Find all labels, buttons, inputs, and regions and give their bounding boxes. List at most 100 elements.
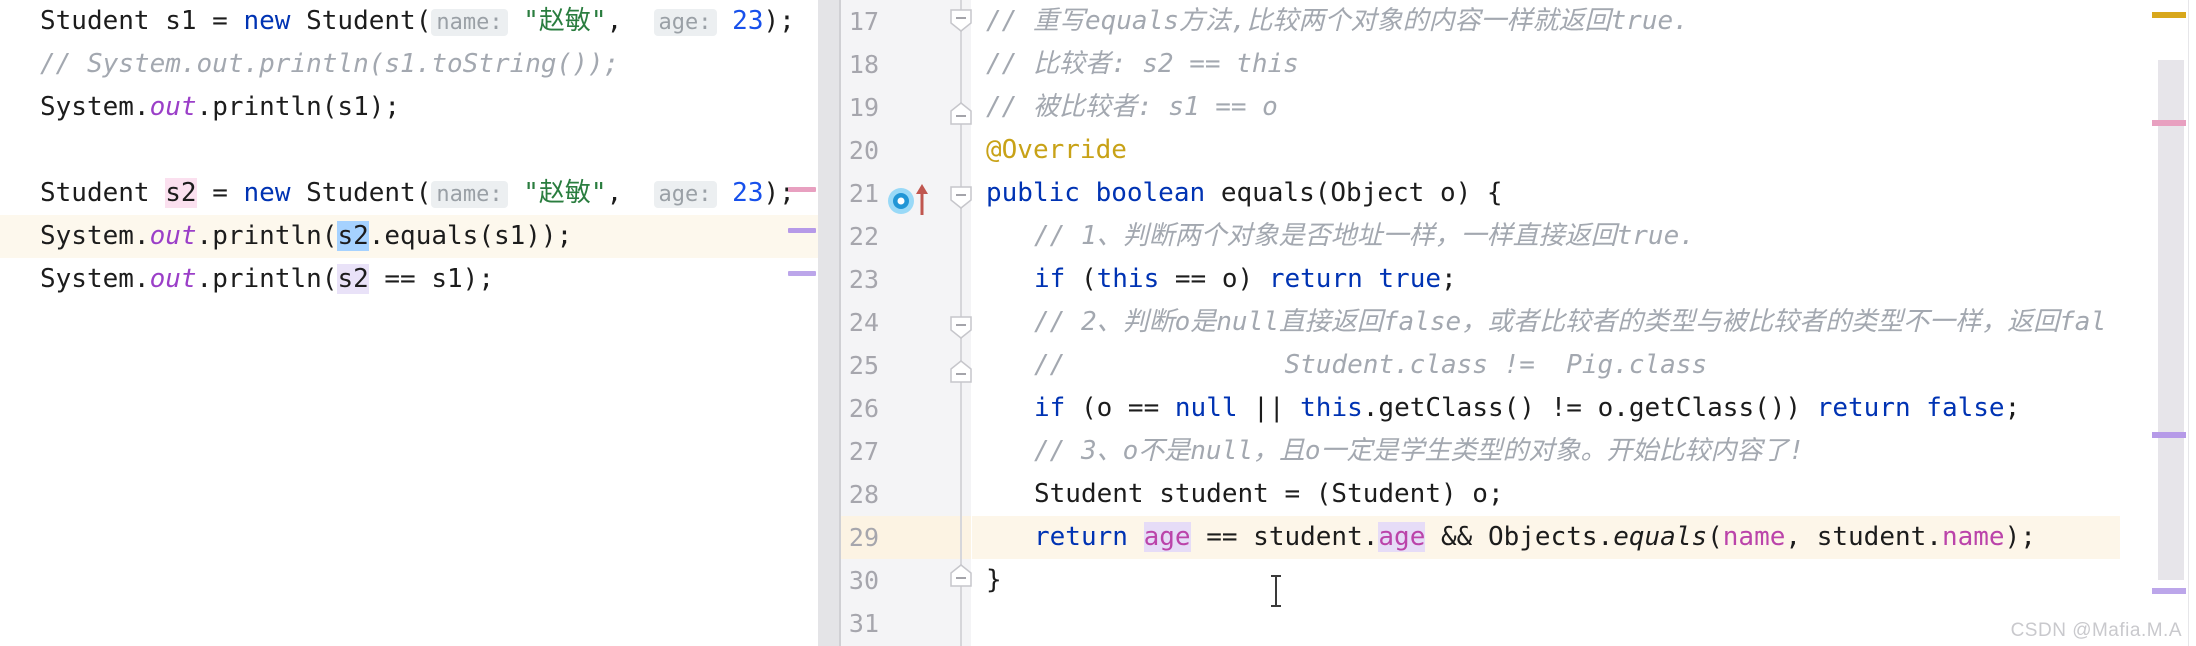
code-line-caret[interactable]: return age == student.age && Objects.equ… bbox=[972, 516, 2036, 559]
code-token: , student. bbox=[1785, 522, 1942, 552]
code-token-number: 23 bbox=[716, 6, 764, 36]
line-number: 22 bbox=[848, 222, 879, 251]
line-number: 25 bbox=[848, 351, 879, 380]
code-token: .equals(s1)); bbox=[368, 221, 573, 251]
right-code-pane[interactable]: // 重写equals方法,比较两个对象的内容一样就返回true. // 比较者… bbox=[972, 0, 2120, 646]
code-line-selected[interactable]: System.out.println(s2.equals(s1)); bbox=[0, 215, 572, 258]
code-line[interactable]: if (o == null || this.getClass() != o.ge… bbox=[972, 387, 2020, 430]
fold-collapse-up-icon[interactable] bbox=[947, 358, 975, 384]
code-token-comment: // 比较者: s2 == this bbox=[986, 49, 1299, 79]
line-number: 31 bbox=[848, 609, 879, 638]
code-line[interactable]: Student student = (Student) o; bbox=[972, 473, 1504, 516]
code-token: , bbox=[606, 6, 654, 36]
code-token: Student bbox=[40, 178, 166, 208]
code-token-keyword: null bbox=[1174, 393, 1238, 423]
marker-modified-pink[interactable] bbox=[788, 187, 816, 192]
line-number: 17 bbox=[848, 7, 879, 36]
code-token-field: name bbox=[1941, 522, 2005, 552]
code-line-comment[interactable]: // 2、判断o是null直接返回false，或者比较者的类型与被比较者的类型不… bbox=[972, 301, 2106, 344]
marker-usage-purple-2[interactable] bbox=[2152, 588, 2186, 594]
code-token: System. bbox=[40, 264, 150, 294]
code-token: System. bbox=[40, 221, 150, 251]
code-line-comment[interactable]: // System.out.println(s1.toString()); bbox=[0, 43, 619, 86]
code-line-comment[interactable]: // 比较者: s2 == this bbox=[972, 43, 1299, 86]
code-token-selection: s2 bbox=[337, 221, 369, 251]
fold-collapse-up-icon[interactable] bbox=[947, 562, 975, 588]
fold-collapse-up-icon[interactable] bbox=[947, 100, 975, 126]
scrollbar-thumb[interactable] bbox=[2158, 60, 2184, 580]
code-token-keyword: this bbox=[1096, 264, 1160, 294]
watermark: CSDN @Mafia.M.A bbox=[2010, 620, 2182, 641]
code-line-comment[interactable]: // 1、判断两个对象是否地址一样，一样直接返回true. bbox=[972, 215, 1695, 258]
arrow-up-icon bbox=[915, 183, 929, 217]
code-line[interactable]: Student s2 = new Student(name: "赵敏", age… bbox=[0, 172, 795, 215]
text-cursor-icon bbox=[1269, 573, 1283, 609]
code-token: Student student = (Student) o; bbox=[1034, 479, 1504, 509]
code-token: .println( bbox=[196, 221, 338, 251]
code-line[interactable]: System.out.println(s2 == s1); bbox=[0, 258, 494, 301]
code-token: ); bbox=[2004, 522, 2036, 552]
code-token-keyword: public boolean bbox=[986, 178, 1221, 208]
marker-usage-purple-2[interactable] bbox=[788, 271, 816, 276]
code-token-keyword: if bbox=[1034, 264, 1066, 294]
code-line[interactable]: Student s1 = new Student(name: "赵敏", age… bbox=[0, 0, 795, 43]
code-token: } bbox=[986, 565, 1002, 595]
code-line[interactable]: } bbox=[972, 559, 1002, 602]
line-number: 24 bbox=[848, 308, 879, 337]
code-token: || bbox=[1237, 393, 1301, 423]
param-hint-name: name: bbox=[431, 9, 508, 36]
marker-usage-purple-1[interactable] bbox=[2152, 432, 2186, 438]
code-token: (Object o) { bbox=[1314, 178, 1503, 208]
code-line[interactable]: public boolean equals(Object o) { bbox=[972, 172, 1503, 215]
code-token: .println(s1); bbox=[196, 92, 401, 122]
code-token: == o) bbox=[1159, 264, 1269, 294]
code-token-keyword: new bbox=[243, 178, 291, 208]
code-token-comment: // System.out.println(s1.toString()); bbox=[40, 49, 620, 79]
code-token: (o == bbox=[1065, 393, 1175, 423]
code-token-comment: // 3、o不是null，且o一定是学生类型的对象。开始比较内容了! bbox=[1034, 436, 1805, 466]
marker-usage-purple-1[interactable] bbox=[788, 228, 816, 233]
code-token-variable-highlight: s2 bbox=[337, 264, 369, 294]
code-line-comment[interactable]: // 被比较者: s1 == o bbox=[972, 86, 1278, 129]
code-token-annotation: @Override bbox=[986, 135, 1127, 165]
code-token: = bbox=[196, 178, 244, 208]
code-token-field-highlight: age bbox=[1378, 522, 1426, 552]
code-token-keyword: return true bbox=[1268, 264, 1442, 294]
fold-collapse-down-icon[interactable] bbox=[947, 185, 975, 211]
code-token: == student. bbox=[1190, 522, 1379, 552]
code-token: Student( bbox=[290, 178, 432, 208]
code-token: && Objects. bbox=[1425, 522, 1614, 552]
left-code-pane[interactable]: Student s1 = new Student(name: "赵敏", age… bbox=[0, 0, 818, 646]
code-line-blank[interactable] bbox=[972, 602, 986, 645]
line-number: 27 bbox=[848, 437, 879, 466]
code-line[interactable]: if (this == o) return true; bbox=[972, 258, 1457, 301]
code-line-blank[interactable] bbox=[0, 129, 40, 172]
code-token: .getClass() != o.getClass()) bbox=[1362, 393, 1817, 423]
code-token: , bbox=[606, 178, 654, 208]
code-line[interactable]: System.out.println(s1); bbox=[0, 86, 400, 129]
code-token-static-field: out bbox=[149, 92, 197, 122]
param-hint-age: age: bbox=[653, 181, 717, 208]
line-number: 23 bbox=[848, 265, 879, 294]
line-number: 26 bbox=[848, 394, 879, 423]
line-number: 28 bbox=[848, 480, 879, 509]
code-line-comment[interactable]: // 3、o不是null，且o一定是学生类型的对象。开始比较内容了! bbox=[972, 430, 1804, 473]
fold-collapse-down-icon[interactable] bbox=[947, 8, 975, 34]
code-token-number: 23 bbox=[716, 178, 764, 208]
code-line-comment[interactable]: // Student.class != Pig.class bbox=[972, 344, 1707, 387]
code-line-annotation[interactable]: @Override bbox=[972, 129, 1127, 172]
code-line-comment[interactable]: // 重写equals方法,比较两个对象的内容一样就返回true. bbox=[972, 0, 1689, 43]
line-number: 19 bbox=[848, 93, 879, 122]
override-method-icon[interactable] bbox=[886, 186, 916, 216]
marker-change-pink[interactable] bbox=[2152, 120, 2186, 126]
marker-warning-yellow[interactable] bbox=[2152, 12, 2186, 18]
code-token-keyword: this bbox=[1300, 393, 1363, 423]
param-hint-age: age: bbox=[653, 9, 717, 36]
code-token-static-field: out bbox=[149, 264, 197, 294]
line-number: 30 bbox=[848, 566, 879, 595]
fold-collapse-down-icon[interactable] bbox=[947, 315, 975, 341]
code-token-field: name bbox=[1722, 522, 1786, 552]
code-token-keyword: new bbox=[243, 6, 291, 36]
code-token: ); bbox=[763, 178, 795, 208]
